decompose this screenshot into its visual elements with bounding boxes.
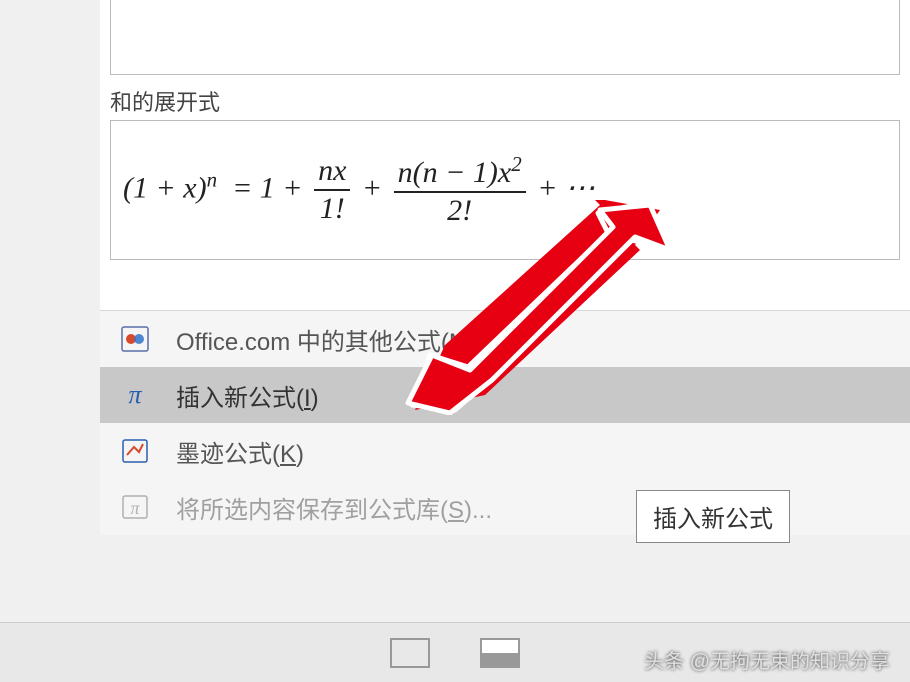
- menu-item-insert-equation[interactable]: π 插入新公式(I): [100, 367, 910, 423]
- equation-category-label: 和的展开式: [110, 85, 220, 117]
- equation-preview-panel: 和的展开式 (1 + x)n = 1 + nx 1! + n(n − 1)x2 …: [100, 0, 910, 310]
- menu-label: 将所选内容保存到公式库(S)...: [176, 490, 492, 525]
- preview-frame-top: [110, 0, 900, 75]
- menu-label: Office.com 中的其他公式(M): [176, 322, 477, 357]
- pi-icon: π: [118, 378, 152, 412]
- watermark-text: 头条 @无拘无束的知识分享: [644, 645, 890, 674]
- menu-label: 插入新公式(I): [176, 378, 319, 413]
- office-icon: [118, 322, 152, 356]
- menu-item-ink-equation[interactable]: 墨迹公式(K): [100, 423, 910, 479]
- menu-item-office-equations[interactable]: Office.com 中的其他公式(M): [100, 311, 910, 367]
- equation-content: (1 + x)n = 1 + nx 1! + n(n − 1)x2 2! + ⋯: [123, 152, 595, 229]
- svg-text:π: π: [128, 381, 142, 409]
- view-mode-icon[interactable]: [480, 638, 520, 668]
- view-mode-icon[interactable]: [390, 638, 430, 668]
- save-icon: π: [118, 490, 152, 524]
- menu-label: 墨迹公式(K): [176, 434, 304, 469]
- ink-icon: [118, 434, 152, 468]
- tooltip: 插入新公式: [636, 490, 790, 543]
- tooltip-text: 插入新公式: [653, 506, 773, 533]
- equation-preview-box[interactable]: (1 + x)n = 1 + nx 1! + n(n − 1)x2 2! + ⋯: [110, 120, 900, 260]
- svg-text:π: π: [130, 498, 140, 519]
